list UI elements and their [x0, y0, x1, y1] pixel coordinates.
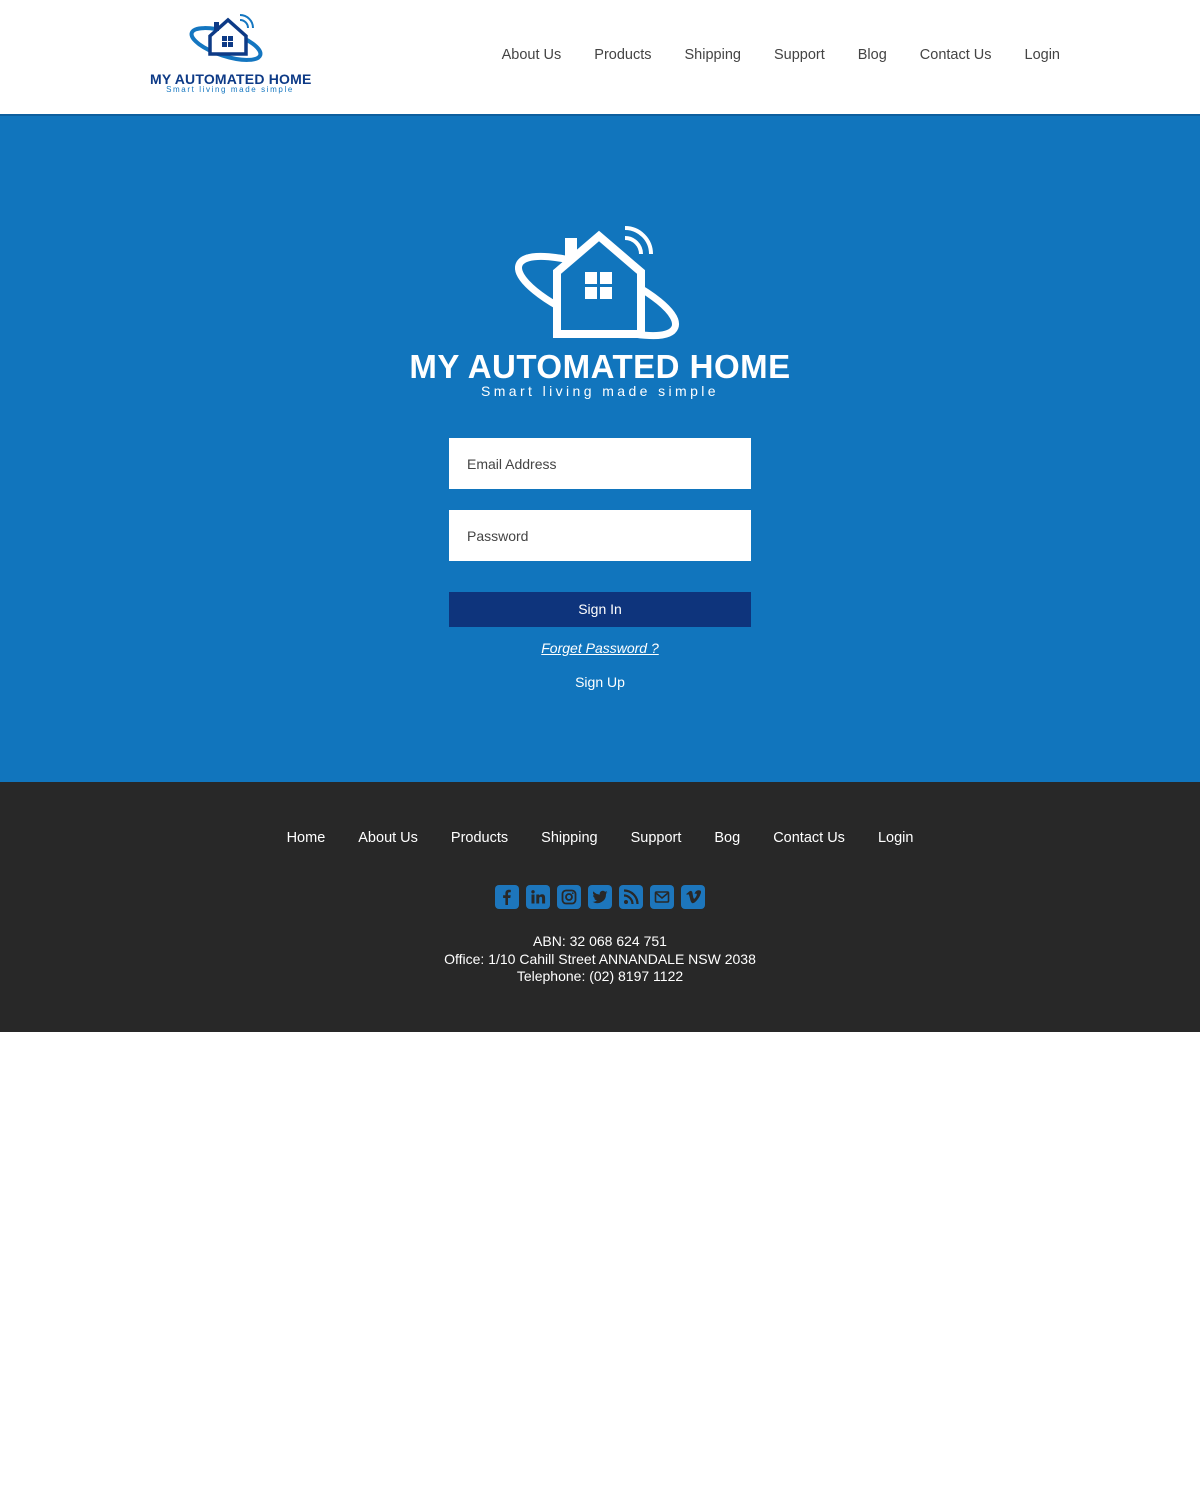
email-icon[interactable]	[650, 885, 674, 909]
footer-nav-about-us[interactable]: About Us	[358, 830, 418, 846]
header-brand-tagline: Smart living made simple	[166, 85, 294, 94]
hero-logo: MY AUTOMATED HOME Smart living made simp…	[400, 226, 800, 406]
footer-nav-products[interactable]: Products	[451, 830, 508, 846]
sign-in-button[interactable]: Sign In	[449, 592, 751, 627]
nav-support[interactable]: Support	[774, 47, 825, 63]
instagram-icon[interactable]	[557, 885, 581, 909]
house-logo-icon	[515, 226, 679, 340]
abn-text: ABN: 32 068 624 751	[533, 933, 667, 949]
main-nav: About Us Products Shipping Support Blog …	[502, 47, 1060, 63]
footer-nav-shipping[interactable]: Shipping	[541, 830, 597, 846]
office-address: Office: 1/10 Cahill Street ANNANDALE NSW…	[444, 950, 756, 967]
footer-nav-contact-us[interactable]: Contact Us	[773, 830, 845, 846]
sign-up-link[interactable]: Sign Up	[449, 674, 751, 690]
hero-brand-name: MY AUTOMATED HOME	[409, 348, 791, 385]
nav-blog[interactable]: Blog	[858, 47, 887, 63]
nav-products[interactable]: Products	[594, 47, 651, 63]
vimeo-icon[interactable]	[681, 885, 705, 909]
linkedin-icon[interactable]	[526, 885, 550, 909]
footer-nav-blog[interactable]: Bog	[714, 830, 740, 846]
site-header: MY AUTOMATED HOME Smart living made simp…	[0, 0, 1200, 116]
email-field[interactable]	[449, 438, 751, 489]
site-footer: Home About Us Products Shipping Support …	[0, 782, 1200, 1032]
twitter-icon[interactable]	[588, 885, 612, 909]
password-field[interactable]	[449, 510, 751, 561]
footer-nav-home[interactable]: Home	[287, 830, 326, 846]
nav-shipping[interactable]: Shipping	[685, 47, 741, 63]
footer-nav-support[interactable]: Support	[631, 830, 682, 846]
header-logo[interactable]: MY AUTOMATED HOME Smart living made simp…	[150, 14, 311, 96]
forgot-password-link[interactable]: Forget Password ?	[449, 640, 751, 656]
rss-icon[interactable]	[619, 885, 643, 909]
footer-nav: Home About Us Products Shipping Support …	[0, 830, 1200, 846]
social-links	[0, 885, 1200, 909]
facebook-icon[interactable]	[495, 885, 519, 909]
nav-login[interactable]: Login	[1025, 47, 1060, 63]
hero-brand-tagline: Smart living made simple	[481, 383, 719, 399]
company-info: ABN: 32 068 624 751 Office: 1/10 Cahill …	[0, 933, 1200, 986]
nav-contact-us[interactable]: Contact Us	[920, 47, 992, 63]
telephone-text: Telephone: (02) 8197 1122	[516, 968, 684, 984]
nav-about-us[interactable]: About Us	[502, 47, 562, 63]
house-logo-icon	[189, 14, 263, 62]
login-hero: MY AUTOMATED HOME Smart living made simp…	[0, 116, 1200, 782]
footer-nav-login[interactable]: Login	[878, 830, 913, 846]
